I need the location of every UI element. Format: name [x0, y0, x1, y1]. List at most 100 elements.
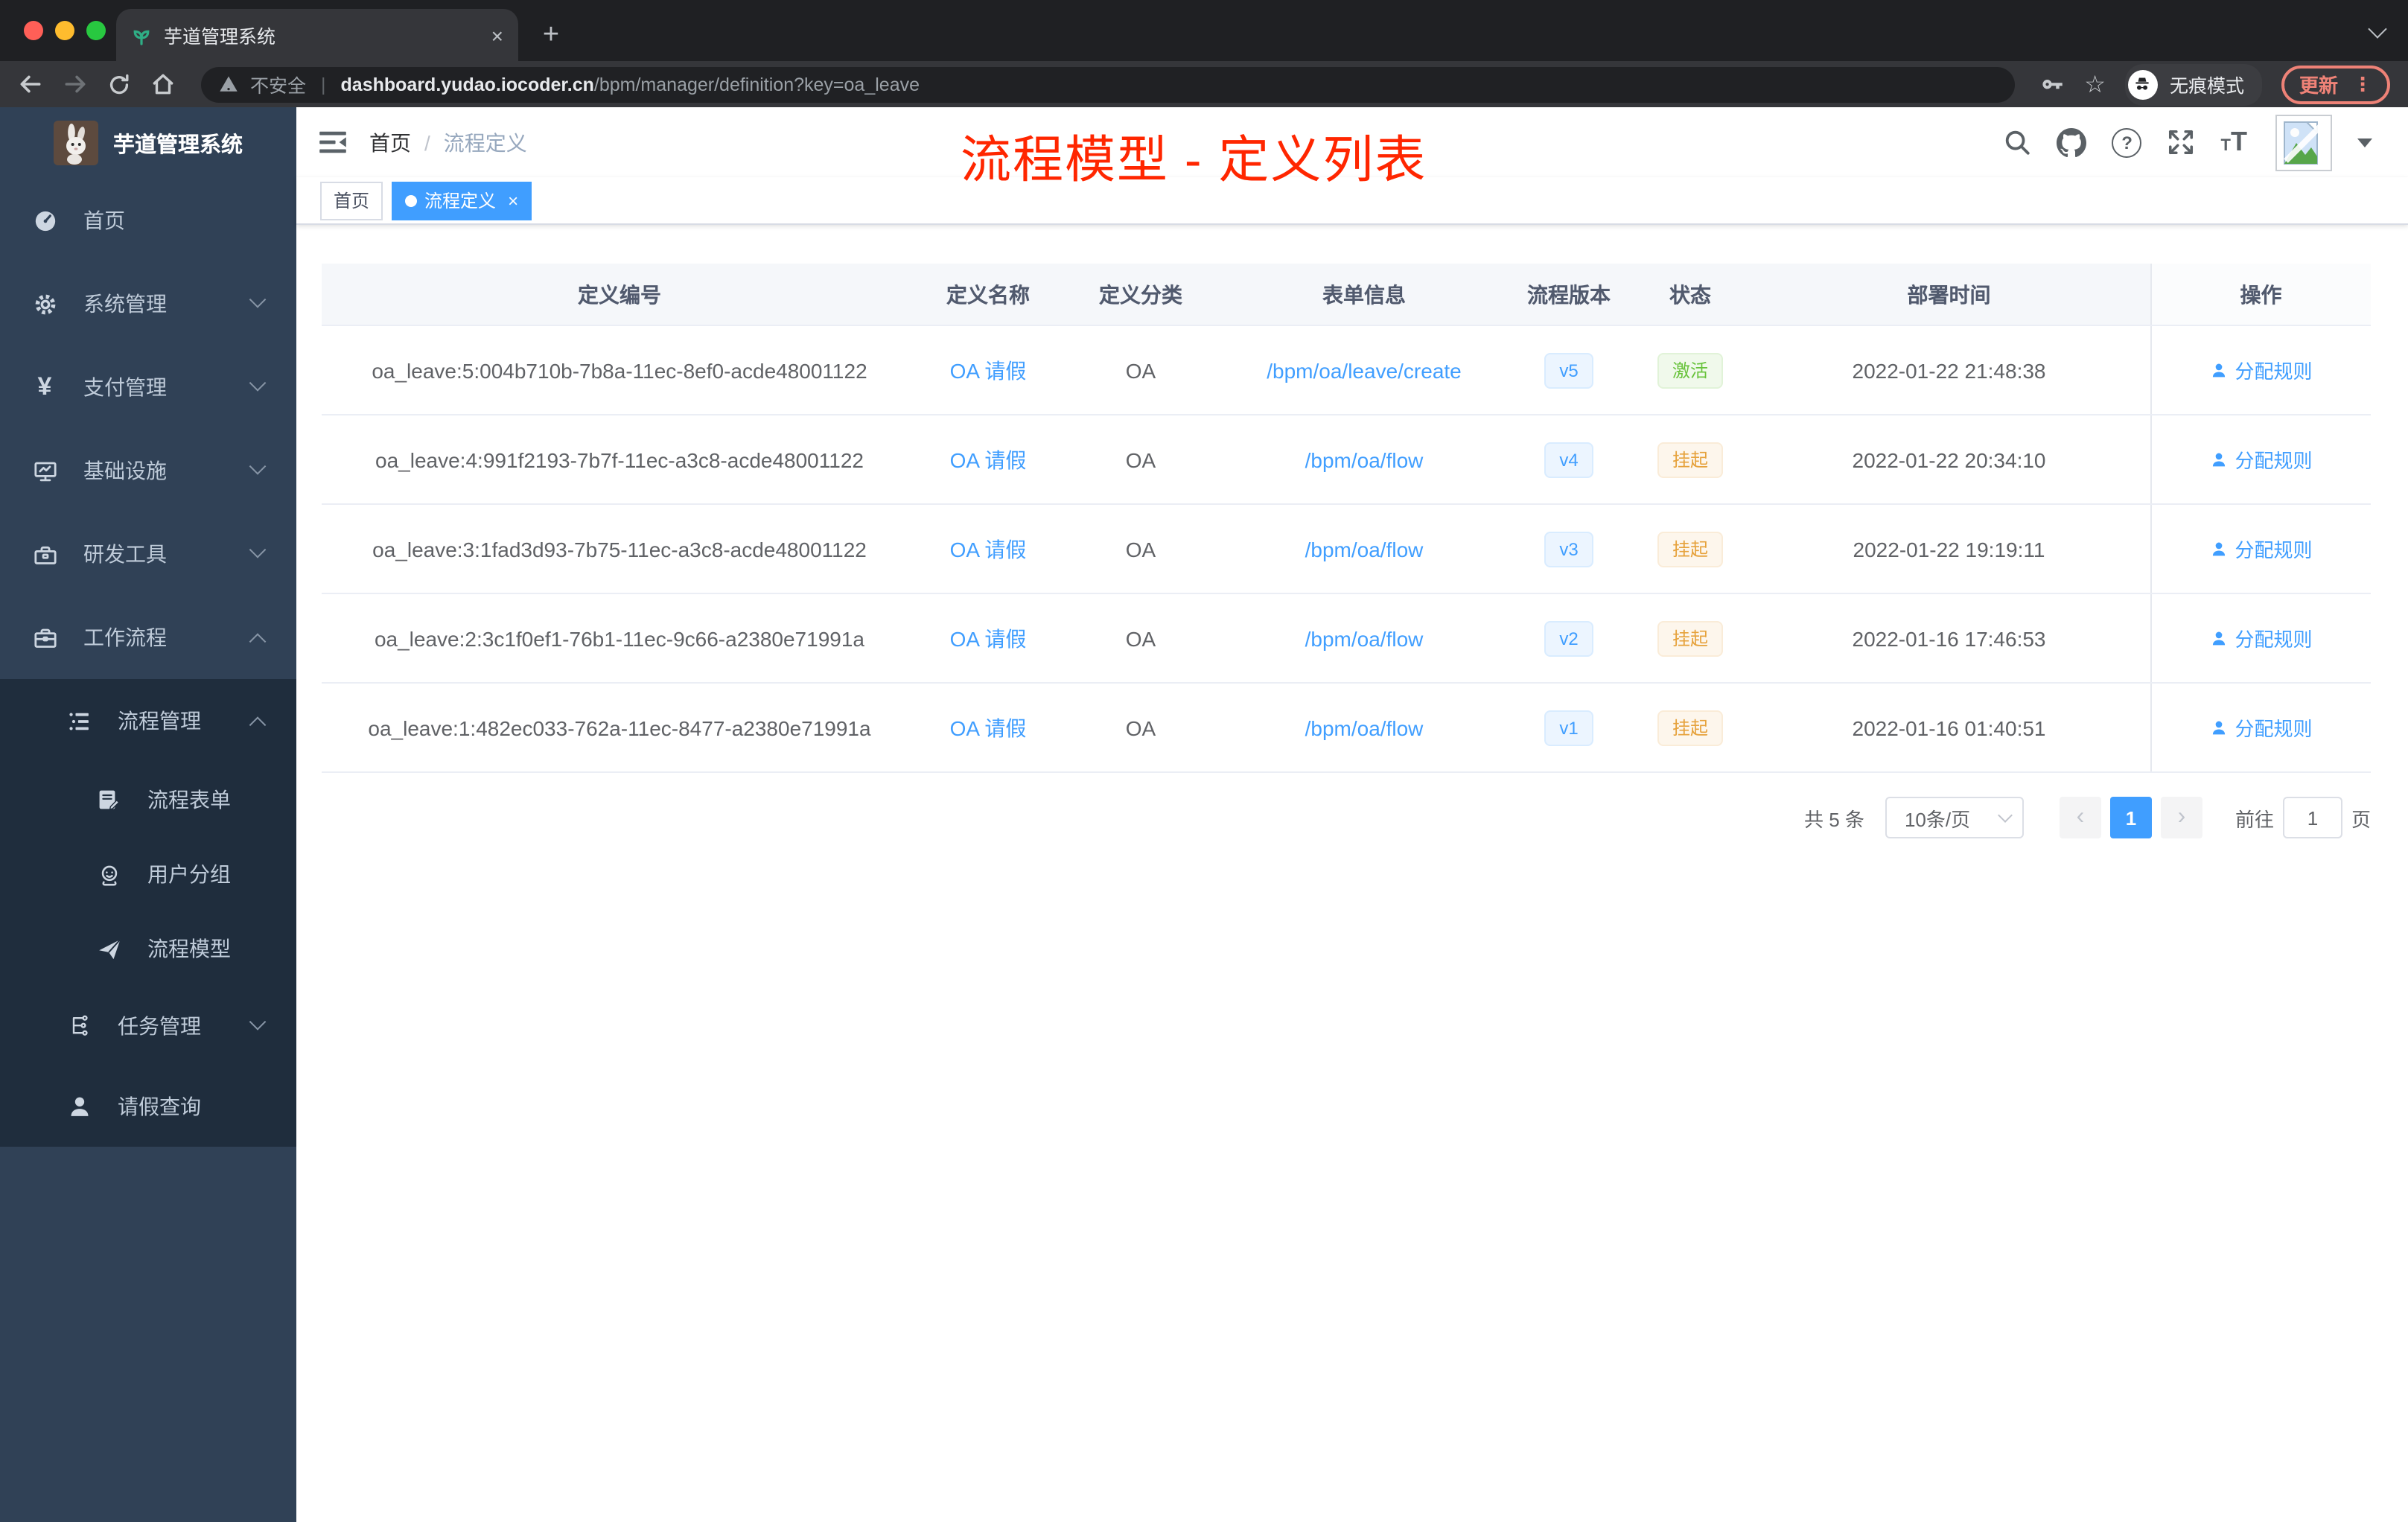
chevron-up-icon: [249, 716, 267, 733]
page-size-select[interactable]: 10条/页: [1885, 797, 2024, 838]
definition-name-link[interactable]: OA 请假: [950, 537, 1027, 561]
next-page-button[interactable]: ›: [2160, 797, 2202, 838]
browser-menu-icon[interactable]: ⋮: [2353, 72, 2372, 96]
bookmark-star-icon[interactable]: ☆: [2084, 69, 2106, 99]
cell-deploy-time: 2022-01-16 17:46:53: [1748, 593, 2150, 684]
form-link[interactable]: /bpm/oa/leave/create: [1267, 358, 1462, 382]
password-key-icon[interactable]: [2039, 71, 2065, 97]
new-tab-button[interactable]: +: [530, 15, 572, 57]
chevron-down-icon: [249, 458, 267, 475]
assign-rule-button[interactable]: 分配规则: [2209, 445, 2313, 474]
window-close-button[interactable]: [24, 21, 43, 40]
cell-definition-id: oa_leave:1:482ec033-762a-11ec-8477-a2380…: [322, 683, 917, 773]
user-icon: [2212, 541, 2225, 555]
chrome-update-button[interactable]: 更新 ⋮: [2281, 65, 2390, 104]
definition-name-link[interactable]: OA 请假: [950, 626, 1027, 650]
table-row: oa_leave:1:482ec033-762a-11ec-8477-a2380…: [322, 683, 2371, 773]
cell-deploy-time: 2022-01-22 21:48:38: [1748, 325, 2150, 415]
breadcrumb-home[interactable]: 首页: [369, 127, 411, 157]
help-icon[interactable]: ?: [2112, 127, 2142, 157]
browser-window: 芋道管理系统 × + 不安全 | dashboard.yudao.iocoder…: [0, 0, 2408, 1522]
active-tag-dot: [405, 194, 418, 206]
sidebar-item-label: 流程表单: [147, 788, 231, 812]
sidebar-item-label: 流程模型: [147, 937, 231, 961]
assign-rule-button[interactable]: 分配规则: [2209, 713, 2313, 742]
version-badge: v1: [1544, 710, 1593, 745]
header-actions: ? TT: [2004, 114, 2372, 171]
assign-rule-button[interactable]: 分配规则: [2209, 624, 2313, 652]
sidebar-item-label: 系统管理: [83, 292, 167, 316]
table-row: oa_leave:4:991f2193-7b7f-11ec-a3c8-acde4…: [322, 415, 2371, 505]
sidebar-item-process-model[interactable]: 流程模型: [0, 911, 296, 986]
form-link[interactable]: /bpm/oa/flow: [1305, 448, 1424, 471]
sidebar-item-workflow[interactable]: 工作流程: [0, 596, 296, 679]
sidebar-item-process-form[interactable]: 流程表单: [0, 762, 296, 837]
avatar[interactable]: [2275, 114, 2332, 171]
tab-search-chevron-icon[interactable]: [2368, 19, 2387, 39]
sidebar-item-label: 首页: [83, 208, 125, 232]
col-status: 状态: [1632, 264, 1748, 326]
table-row: oa_leave:3:1fad3d93-7b75-11ec-a3c8-acde4…: [322, 504, 2371, 594]
sidebar-item-infra[interactable]: 基础设施: [0, 429, 296, 512]
yen-icon: ¥: [37, 372, 52, 401]
col-definition-category: 定义分类: [1059, 264, 1223, 326]
sidebar-item-process-mgmt[interactable]: 流程管理: [0, 679, 296, 762]
cell-definition-id: oa_leave:5:004b710b-7b8a-11ec-8ef0-acde4…: [322, 325, 917, 415]
col-process-version: 流程版本: [1506, 264, 1632, 326]
avatar-caret-icon[interactable]: [2357, 138, 2372, 155]
sidebar-item-user-group[interactable]: 用户分组: [0, 837, 296, 911]
list-icon: [66, 708, 92, 733]
chevron-down-icon: [249, 1013, 267, 1031]
back-button[interactable]: [18, 71, 43, 97]
address-bar[interactable]: 不安全 | dashboard.yudao.iocoder.cn/bpm/man…: [201, 66, 2015, 102]
font-size-icon[interactable]: TT: [2221, 127, 2247, 158]
sidebar-item-system[interactable]: 系统管理: [0, 262, 296, 346]
forward-button[interactable]: [63, 71, 88, 97]
browser-tab[interactable]: 芋道管理系统 ×: [116, 9, 518, 61]
table-row: oa_leave:5:004b710b-7b8a-11ec-8ef0-acde4…: [322, 325, 2371, 415]
user-icon: [2212, 720, 2225, 734]
pagination-total: 共 5 条: [1804, 808, 1864, 830]
cell-category: OA: [1059, 593, 1223, 684]
version-badge: v5: [1544, 352, 1593, 388]
form-link[interactable]: /bpm/oa/flow: [1305, 716, 1424, 739]
tag-close-icon[interactable]: ×: [508, 191, 518, 209]
status-badge: 激活: [1657, 352, 1723, 388]
not-secure-label[interactable]: 不安全: [250, 70, 306, 98]
sidebar-item-payment[interactable]: ¥ 支付管理: [0, 346, 296, 429]
user-icon: [2212, 631, 2225, 645]
tag-process-definition[interactable]: 流程定义 ×: [392, 181, 532, 220]
incognito-badge: 无痕模式: [2124, 63, 2262, 105]
logo-rabbit-avatar: [54, 121, 98, 165]
sidebar-item-leave-query[interactable]: 请假查询: [0, 1066, 296, 1147]
not-secure-warning-icon: [219, 74, 238, 94]
assign-rule-button[interactable]: 分配规则: [2209, 535, 2313, 563]
definition-name-link[interactable]: OA 请假: [950, 448, 1027, 471]
reload-button[interactable]: [107, 72, 131, 96]
url-domain: dashboard.yudao.iocoder.cn: [340, 74, 594, 95]
tag-home[interactable]: 首页: [320, 181, 383, 220]
current-page-button[interactable]: 1: [2109, 797, 2152, 838]
tab-close-icon[interactable]: ×: [491, 25, 503, 45]
form-link[interactable]: /bpm/oa/flow: [1305, 626, 1424, 650]
sidebar-item-devtools[interactable]: 研发工具: [0, 512, 296, 596]
assign-rule-button[interactable]: 分配规则: [2209, 356, 2313, 384]
goto-page-input[interactable]: [2282, 797, 2342, 838]
fullscreen-icon[interactable]: [2167, 128, 2196, 156]
sidebar-item-label: 用户分组: [147, 862, 231, 886]
home-button[interactable]: [150, 71, 176, 97]
app-root: 芋道管理系统 首页 系统管理 ¥ 支付管理 基础设施 研发工具 工作流程 流程管…: [0, 107, 2408, 1522]
definition-name-link[interactable]: OA 请假: [950, 358, 1027, 382]
col-deploy-time: 部署时间: [1748, 264, 2150, 326]
search-icon[interactable]: [2004, 128, 2032, 156]
window-zoom-button[interactable]: [86, 21, 106, 40]
definition-name-link[interactable]: OA 请假: [950, 716, 1027, 739]
window-minimize-button[interactable]: [55, 21, 74, 40]
form-link[interactable]: /bpm/oa/flow: [1305, 537, 1424, 561]
prev-page-button[interactable]: ‹: [2059, 797, 2101, 838]
github-icon[interactable]: [2057, 127, 2087, 157]
hamburger-icon[interactable]: [319, 128, 347, 156]
sidebar-item-home[interactable]: 首页: [0, 179, 296, 262]
sidebar-item-task-mgmt[interactable]: 任务管理: [0, 986, 296, 1066]
sidebar-logo[interactable]: 芋道管理系统: [0, 107, 296, 179]
